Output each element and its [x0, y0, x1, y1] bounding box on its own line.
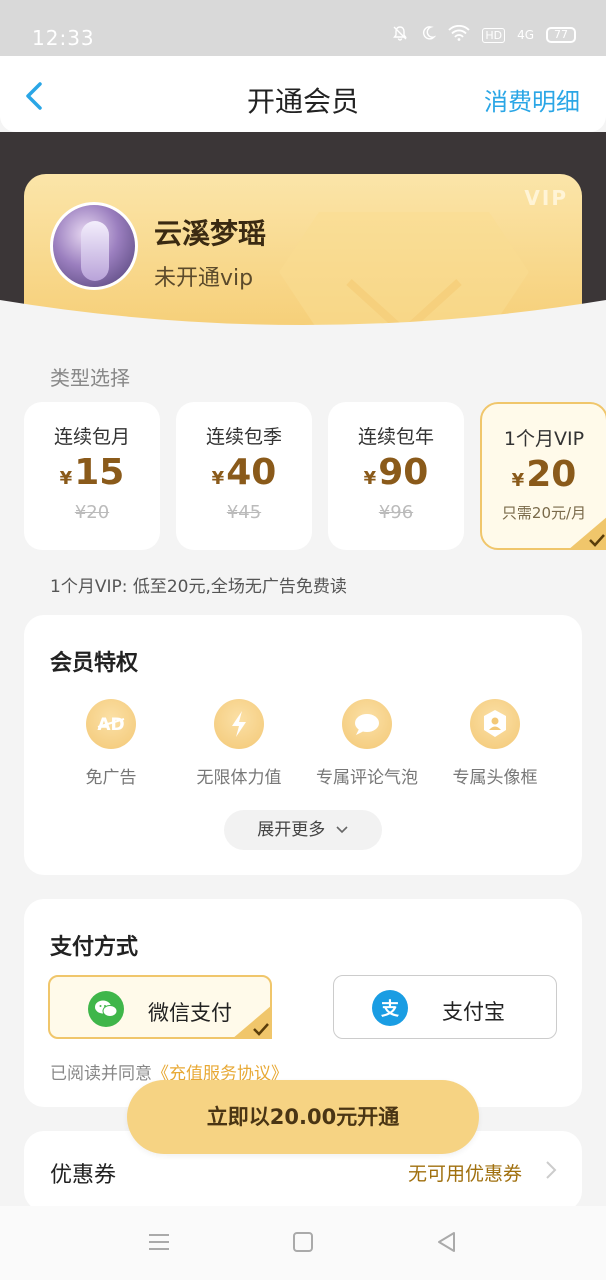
chevron-right-icon — [546, 1161, 557, 1179]
moon-icon — [420, 25, 437, 45]
alipay-icon: 支 — [372, 990, 408, 1026]
header: 开通会员 消费明细 — [0, 56, 606, 132]
privilege-label: 专属评论气泡 — [316, 768, 418, 788]
plan-name: 连续包月 — [53, 426, 130, 448]
chat-bubble-icon — [342, 699, 392, 749]
plan-one-month-vip[interactable]: 1个月VIP ¥20 只需20元/月 — [480, 402, 606, 550]
payment-panel: 支付方式 微信支付 支 支付宝 已阅读并同意《充值服务协议》 — [24, 899, 582, 1107]
plan-old-price: ¥45 — [226, 502, 262, 523]
vip-tag: VIP — [524, 186, 568, 210]
payment-label: 支付宝 — [442, 1000, 505, 1024]
back-triangle-icon[interactable] — [433, 1228, 461, 1256]
hd-icon: HD — [482, 27, 506, 43]
plan-price: ¥40 — [211, 452, 277, 493]
system-nav-bar — [0, 1206, 606, 1280]
bell-off-icon — [392, 25, 408, 45]
ad-icon: AD — [86, 699, 136, 749]
plan-section-label: 类型选择 — [50, 366, 130, 390]
coupon-value: 无可用优惠券 — [407, 1163, 522, 1185]
alipay-option[interactable]: 支 支付宝 — [333, 975, 557, 1039]
selected-check-icon — [568, 517, 606, 550]
privileges-panel: 会员特权 AD 免广告 无限体力值 专属评论气泡 专属头像框 展开更多 — [24, 615, 582, 875]
plan-price: ¥15 — [59, 452, 125, 493]
privilege-label: 专属头像框 — [452, 768, 538, 788]
privilege-unlimited-stamina[interactable]: 无限体力值 — [179, 699, 299, 788]
wechat-pay-option[interactable]: 微信支付 — [48, 975, 272, 1039]
plan-quarterly[interactable]: 连续包季 ¥40 ¥45 — [176, 402, 312, 550]
lightning-icon — [214, 699, 264, 749]
plan-price: ¥20 — [511, 454, 577, 495]
expand-more-button[interactable]: 展开更多 — [224, 810, 382, 850]
avatar[interactable] — [50, 202, 138, 290]
plan-name: 连续包季 — [205, 426, 282, 448]
status-bar: 12:33 HD 4G 77 — [0, 0, 606, 56]
svg-text:支: 支 — [380, 998, 400, 1020]
privilege-no-ads[interactable]: AD 免广告 — [51, 699, 171, 788]
wifi-icon — [448, 24, 470, 45]
coupon-title: 优惠券 — [50, 1163, 117, 1188]
curve-divider — [0, 300, 606, 350]
selected-check-icon — [232, 1005, 272, 1039]
privilege-comment-bubble[interactable]: 专属评论气泡 — [307, 699, 427, 788]
plan-name: 连续包年 — [357, 426, 434, 448]
chevron-down-icon — [336, 826, 348, 834]
privilege-label: 免广告 — [85, 768, 137, 788]
status-time: 12:33 — [32, 26, 95, 50]
privilege-avatar-frame[interactable]: 专属头像框 — [435, 699, 555, 788]
payment-label: 微信支付 — [148, 1001, 232, 1025]
home-icon[interactable] — [289, 1228, 317, 1256]
payment-title: 支付方式 — [50, 935, 139, 960]
vip-status: 未开通vip — [154, 266, 254, 291]
menu-icon[interactable] — [145, 1228, 173, 1256]
plan-price: ¥90 — [363, 452, 429, 493]
consumption-details-link[interactable]: 消费明细 — [484, 82, 580, 117]
privileges-title: 会员特权 — [50, 651, 139, 676]
plan-monthly[interactable]: 连续包月 ¥15 ¥20 — [24, 402, 160, 550]
plan-name: 1个月VIP — [503, 428, 585, 450]
plan-yearly[interactable]: 连续包年 ¥90 ¥96 — [328, 402, 464, 550]
plan-description: 1个月VIP: 低至20元,全场无广告免费读 — [50, 577, 347, 597]
avatar-frame-icon — [470, 699, 520, 749]
activate-button[interactable]: 立即以20.00元开通 — [127, 1080, 479, 1154]
cellular-icon: 4G — [517, 28, 534, 42]
username: 云溪梦瑶 — [154, 217, 267, 250]
plan-old-price: ¥96 — [378, 502, 414, 523]
plan-old-price: ¥20 — [74, 502, 110, 523]
status-icons: HD 4G 77 — [392, 24, 576, 45]
privilege-label: 无限体力值 — [196, 768, 282, 788]
wechat-icon — [88, 991, 124, 1027]
battery-icon: 77 — [546, 27, 576, 43]
